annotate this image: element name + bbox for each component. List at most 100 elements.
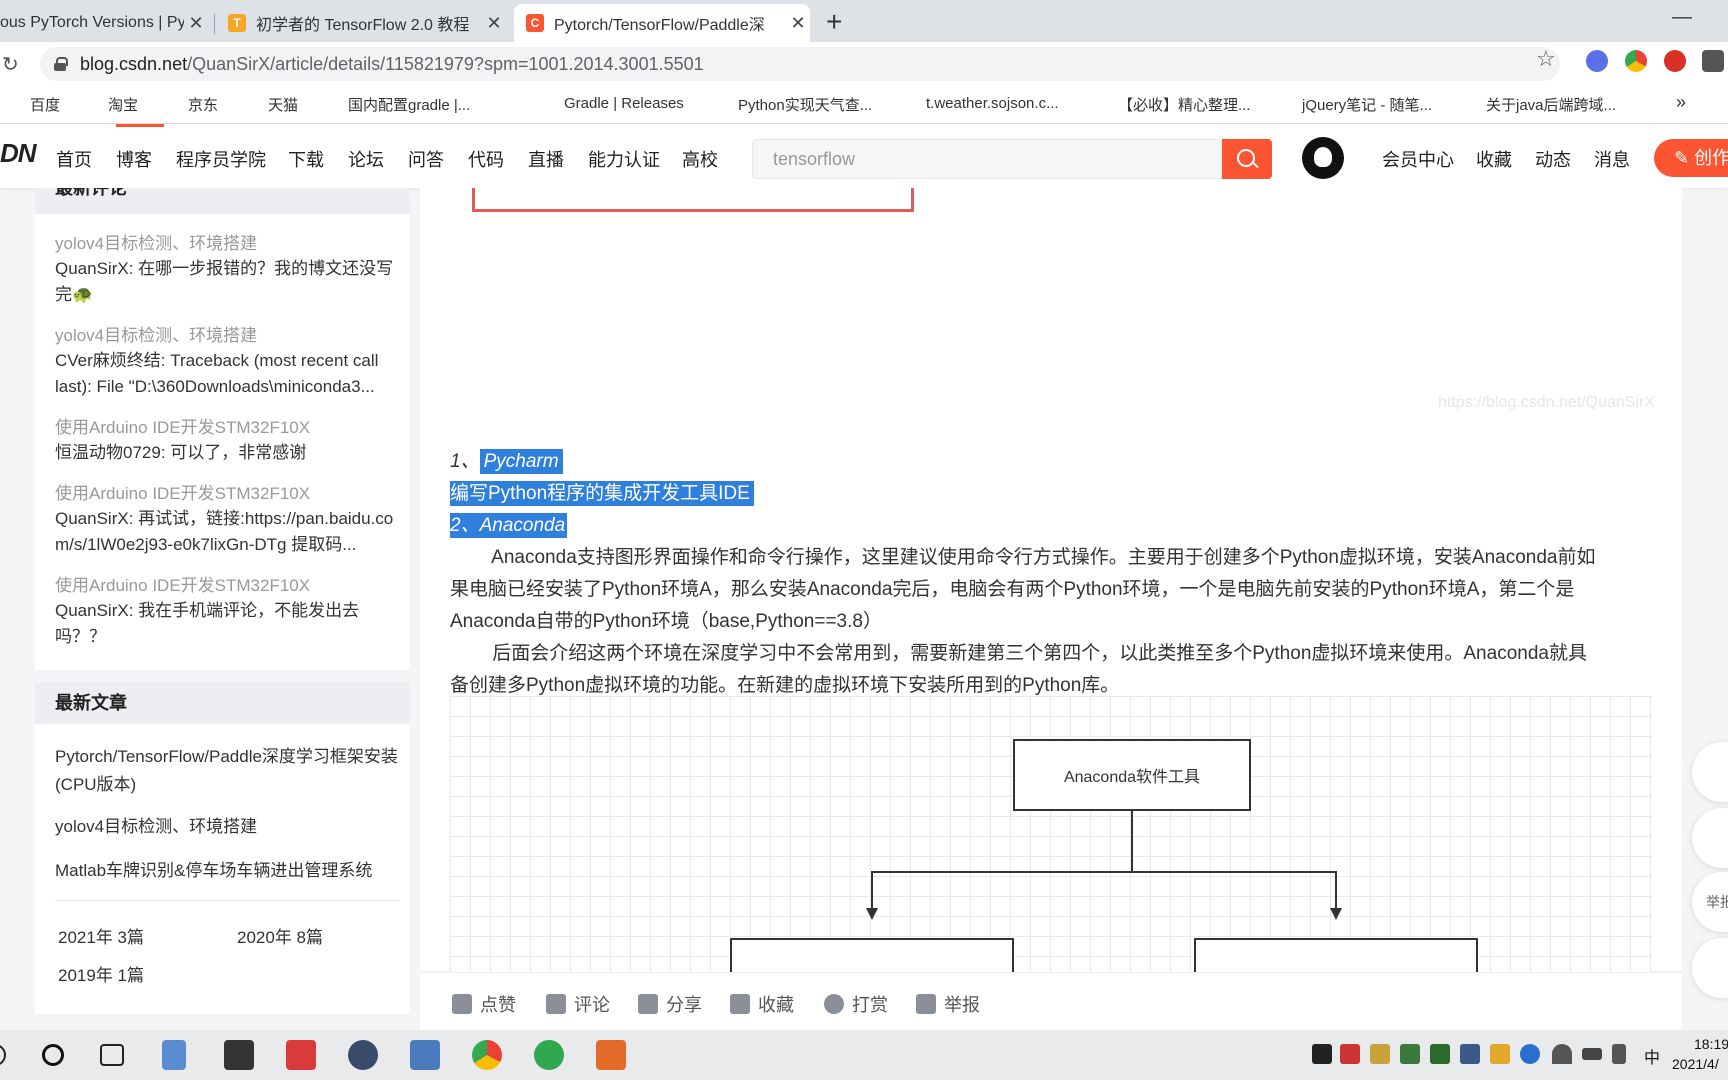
nav-blog[interactable]: 博客 (116, 146, 152, 172)
eclipse-icon[interactable] (348, 1040, 378, 1070)
github-icon[interactable] (1302, 137, 1344, 179)
battery-icon[interactable] (1582, 1048, 1602, 1060)
archive-link-2020[interactable]: 2020年 8篇 (237, 923, 323, 948)
nav-forum[interactable]: 论坛 (348, 146, 384, 172)
write-float-button[interactable] (1692, 742, 1728, 802)
csdn-logo[interactable]: DN (0, 138, 37, 169)
bookmark-tmall[interactable]: T 天猫 (242, 94, 298, 115)
input-method-indicator[interactable]: 中 (1644, 1044, 1660, 1068)
bookmark-taobao[interactable]: T 淘宝 (82, 94, 138, 115)
tab-close-icon[interactable]: ✕ (184, 13, 208, 34)
comment-article-link[interactable]: yolov4目标检测、环境搭建 (55, 229, 257, 254)
bookmark-wechat-article[interactable]: 【必收】精心整理... (1092, 94, 1251, 115)
search-button[interactable] (1222, 139, 1272, 179)
download-app-icon[interactable] (224, 1040, 254, 1070)
chrome-extension-icon[interactable] (1625, 50, 1647, 72)
tensorflow-favicon-icon: T (228, 14, 246, 32)
bookmark-java-cors[interactable]: C 关于java后端跨域... (1460, 94, 1616, 115)
extension-icon[interactable] (1586, 50, 1608, 72)
powerpoint-icon[interactable] (596, 1040, 626, 1070)
latest-article-link[interactable]: yolov4目标检测、环境搭建 (55, 813, 405, 841)
python-file-icon[interactable] (410, 1040, 440, 1070)
nav-home[interactable]: 首页 (56, 146, 92, 172)
nav-member-center[interactable]: 会员中心 (1382, 146, 1454, 172)
browser-tab-active-csdn[interactable]: C Pytorch/TensorFlow/Paddle深 ✕ (514, 4, 810, 42)
search-circle-icon[interactable] (0, 1044, 6, 1066)
latest-article-link[interactable]: Pytorch/TensorFlow/Paddle深度学习框架安装(CPU版本) (55, 743, 405, 799)
reload-icon[interactable]: ↻ (2, 52, 19, 77)
system-clock[interactable]: 18:19 2021/4/ (1672, 1034, 1728, 1074)
report-float-button[interactable]: 举报 (1692, 872, 1728, 932)
nav-activity[interactable]: 动态 (1535, 146, 1571, 172)
latest-article-link[interactable]: Matlab车牌识别&停车场车辆进出管理系统 (55, 857, 405, 885)
bookmark-weather-sojson[interactable]: t.weather.sojson.c... (900, 94, 1059, 112)
extensions-puzzle-icon[interactable] (1702, 50, 1724, 72)
nav-academy[interactable]: 程序员学院 (176, 146, 266, 172)
comment-text[interactable]: CVer麻烦终结: Traceback (most recent call la… (55, 348, 395, 400)
bookmark-jquery-notes[interactable]: jQuery笔记 - 随笔... (1276, 94, 1432, 115)
network-device-icon[interactable] (1460, 1044, 1480, 1064)
url-input[interactable]: blog.csdn.net/QuanSirX/article/details/1… (40, 47, 1560, 81)
back-to-top-button[interactable] (1692, 938, 1728, 998)
nav-live[interactable]: 直播 (528, 146, 564, 172)
chrome-taskbar-icon[interactable] (472, 1040, 502, 1070)
nvidia-tray-icon[interactable] (1312, 1044, 1332, 1064)
nav-certification[interactable]: 能力认证 (588, 146, 660, 172)
bookmarks-more-button[interactable]: » (1676, 92, 1686, 113)
bookmark-python-weather[interactable]: C Python实现天气查... (712, 94, 872, 115)
browser-tab-pytorch-versions[interactable]: ous PyTorch Versions | Py ✕ (0, 4, 208, 42)
bookmark-baidu[interactable]: 百度 (4, 94, 60, 115)
favorite-button[interactable]: 收藏 (730, 991, 794, 1017)
spreadsheet-tray-icon[interactable] (1430, 1044, 1450, 1064)
task-view-icon[interactable] (100, 1044, 124, 1066)
new-tab-button[interactable]: + (826, 6, 842, 38)
create-button[interactable]: ✎ 创作 (1654, 139, 1728, 177)
search-input[interactable]: tensorflow (752, 139, 1222, 179)
nav-messages[interactable]: 消息 (1594, 146, 1630, 172)
security-tray-icon[interactable] (1400, 1044, 1420, 1064)
bookmark-star-icon[interactable]: ☆ (1536, 46, 1556, 72)
volume-mute-icon[interactable] (1612, 1044, 1626, 1064)
tip-button[interactable]: 打赏 (824, 991, 888, 1017)
app-red-icon[interactable] (286, 1040, 316, 1070)
comment-article-link[interactable]: yolov4目标检测、环境搭建 (55, 321, 257, 346)
shield-tray-icon[interactable] (1490, 1044, 1510, 1064)
baidu-paw-icon (4, 96, 22, 114)
nav-download[interactable]: 下载 (288, 146, 324, 172)
archive-link-2019[interactable]: 2019年 1篇 (58, 961, 144, 986)
like-label: 点赞 (480, 995, 516, 1015)
folder-tray-icon[interactable] (1370, 1044, 1390, 1064)
tab-close-icon[interactable]: ✕ (786, 13, 810, 34)
browser-tab-tensorflow-tutorial[interactable]: T 初学者的 TensorFlow 2.0 教程 ✕ (216, 4, 506, 42)
comment-text[interactable]: QuanSirX: 在哪一步报错的？我的博文还没写完🐢 (55, 256, 395, 308)
bookmark-gradle-config[interactable]: M 国内配置gradle |... (322, 94, 470, 115)
bookmark-gradle-releases[interactable]: Gradle | Releases (538, 94, 684, 112)
support-float-button[interactable] (1692, 808, 1728, 868)
comment-article-link[interactable]: 使用Arduino IDE开发STM32F10X (55, 479, 310, 504)
bookmark-globe[interactable] (500, 94, 526, 112)
nav-code[interactable]: 代码 (468, 146, 504, 172)
nav-qa[interactable]: 问答 (408, 146, 444, 172)
share-button[interactable]: 分享 (638, 991, 702, 1017)
archive-link-2021[interactable]: 2021年 3篇 (58, 923, 144, 948)
wifi-icon[interactable] (1552, 1044, 1572, 1064)
comment-article-link[interactable]: 使用Arduino IDE开发STM32F10X (55, 571, 310, 596)
comment-text[interactable]: QuanSirX: 再试试，链接:https://pan.baidu.com/s… (55, 506, 395, 558)
comment-article-link[interactable]: 使用Arduino IDE开发STM32F10X (55, 413, 310, 438)
comment-button[interactable]: 评论 (546, 991, 610, 1017)
tab-close-icon[interactable]: ✕ (482, 13, 506, 34)
report-button[interactable]: 举报 (916, 991, 980, 1017)
calculator-icon[interactable] (162, 1040, 186, 1070)
like-button[interactable]: 点赞 (452, 991, 516, 1017)
comment-text[interactable]: QuanSirX: 我在手机端评论，不能发出去吗？？ (55, 598, 395, 650)
tray-app-icon[interactable] (1340, 1044, 1360, 1064)
nav-favorites[interactable]: 收藏 (1476, 146, 1512, 172)
bluetooth-icon[interactable] (1520, 1044, 1540, 1064)
adblock-extension-icon[interactable] (1664, 50, 1686, 72)
app-green-ring-icon[interactable] (534, 1040, 564, 1070)
bookmark-jd[interactable]: JD 京东 (162, 94, 218, 115)
window-minimize-button[interactable]: — (1672, 6, 1692, 29)
nav-university[interactable]: 高校 (682, 146, 718, 172)
cortana-icon[interactable] (42, 1044, 64, 1066)
comment-text[interactable]: 恒温动物0729: 可以了，非常感谢 (55, 440, 395, 466)
